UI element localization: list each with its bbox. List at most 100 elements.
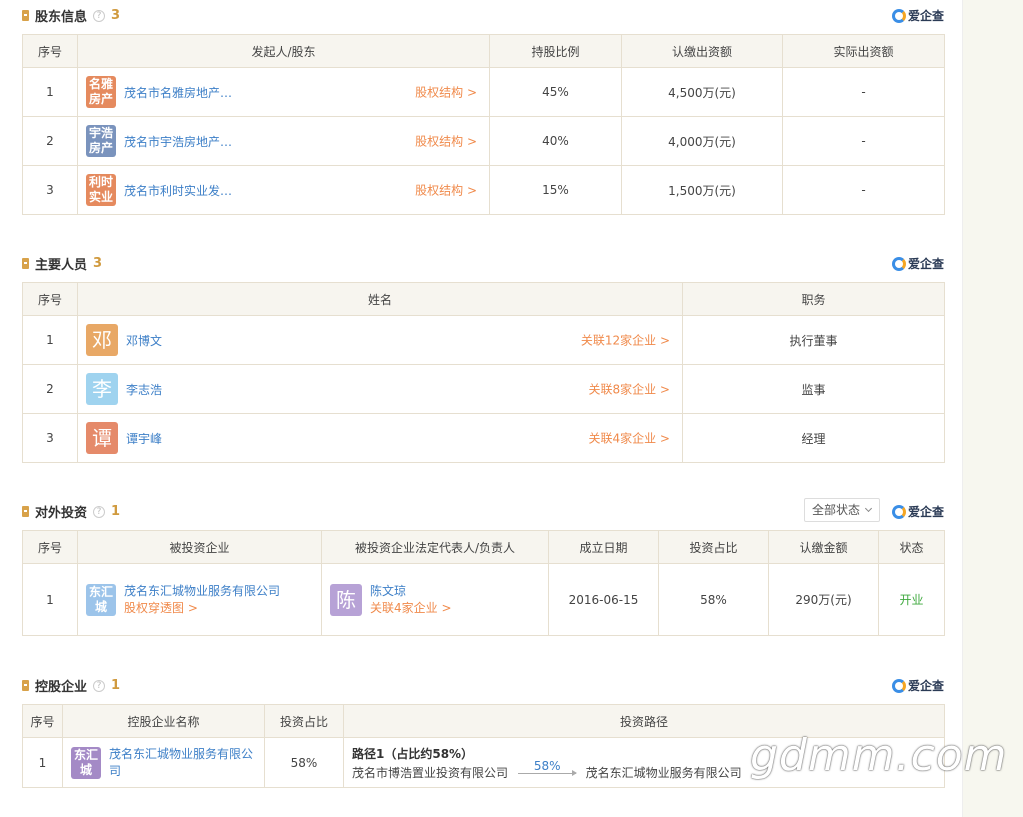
table-row: 1 东汇城 茂名东汇城物业服务有限公司 股权穿透图 > 陈 陈文琼 关联4家企业… [22,563,945,636]
arrow-right-icon: 58% [517,759,577,776]
help-icon[interactable]: ? [93,9,106,22]
row-number: 1 [22,563,78,636]
actual-capital: - [782,116,945,166]
brand-logo[interactable]: 爱企查 [891,503,944,520]
company-logo[interactable]: 东汇城 [86,583,116,616]
col-header: 序号 [22,530,78,564]
row-number: 2 [22,116,78,166]
brand-label: 爱企查 [907,679,944,693]
company-logo[interactable]: 东汇城 [71,746,101,779]
person-name-link[interactable]: 邓博文 [126,332,162,349]
col-header: 被投资企业法定代表人/负责人 [321,530,549,564]
section-count: 1 [111,504,121,519]
status-badge: 开业 [878,563,945,636]
related-companies-link[interactable]: 关联12家企业 > [581,332,670,349]
col-header: 实际出资额 [782,34,945,68]
section-title: 对外投资 [35,506,88,521]
brand-icon [891,504,906,519]
job-title: 执行董事 [682,315,945,365]
avatar[interactable]: 邓 [86,324,118,356]
col-header: 被投资企业 [77,530,322,564]
investments-table: 序号 被投资企业 被投资企业法定代表人/负责人 成立日期 投资占比 认缴金额 状… [22,530,945,636]
col-header: 姓名 [77,282,683,316]
row-number: 1 [22,315,78,365]
representative-name-link[interactable]: 陈文琼 [370,583,452,600]
actual-capital: - [782,67,945,117]
col-header: 职务 [682,282,945,316]
personnel-table: 序号 姓名 职务 1 邓 邓博文 关联12家企业 > 执行董事 2 李 李志浩 … [22,282,945,463]
col-header: 投资占比 [658,530,769,564]
section-count: 3 [93,256,103,271]
equity-structure-link[interactable]: 股权结构 > [415,84,477,101]
help-icon[interactable]: ? [93,505,106,518]
table-row: 2 宇浩 房产 茂名市宇浩房地产… 股权结构 > 40% 4,000万(元) - [22,116,945,166]
section-marker-icon [22,10,29,21]
section-title: 股东信息 [35,10,88,25]
brand-icon [891,678,906,693]
avatar[interactable]: 陈 [330,583,362,616]
status-filter-dropdown[interactable]: 全部状态 [804,498,880,522]
investments-section: 对外投资 ? 1 全部状态 爱企查 序号 被投资企业 被投资企业法定代表人/负责… [22,498,945,636]
table-row: 2 李 李志浩 关联8家企业 > 监事 [22,364,945,414]
company-logo[interactable]: 利时 实业 [86,174,116,206]
brand-logo[interactable]: 爱企查 [891,255,944,272]
avatar[interactable]: 谭 [86,422,118,454]
person-name-link[interactable]: 谭宇峰 [126,430,162,447]
col-header: 控股企业名称 [62,704,265,738]
company-name-link[interactable]: 茂名市名雅房地产… [124,84,232,101]
share-ratio: 45% [489,67,622,117]
col-header: 序号 [22,704,63,738]
actual-capital: - [782,165,945,215]
brand-label: 爱企查 [907,505,944,519]
section-title: 主要人员 [35,258,88,273]
related-companies-link[interactable]: 关联4家企业 > [588,430,670,447]
shareholders-section: 股东信息 ? 3 爱企查 序号 发起人/股东 持股比例 认缴出资额 实际出资额 … [22,2,945,215]
col-header: 持股比例 [489,34,622,68]
subscribed-capital: 4,000万(元) [621,116,783,166]
col-header: 认缴金额 [768,530,879,564]
right-side-panel [962,0,1023,817]
table-row: 1 名雅 房产 茂名市名雅房地产… 股权结构 > 45% 4,500万(元) - [22,67,945,117]
col-header: 状态 [878,530,945,564]
company-name-link[interactable]: 茂名东汇城物业服务有限公司 [124,583,280,600]
col-header: 投资占比 [264,704,344,738]
section-count: 1 [111,678,121,693]
brand-icon [891,256,906,271]
brand-icon [891,8,906,23]
subscribed-capital: 4,500万(元) [621,67,783,117]
job-title: 监事 [682,364,945,414]
brand-logo[interactable]: 爱企查 [891,677,944,694]
equity-penetration-link[interactable]: 股权穿透图 > [124,600,280,617]
section-count: 3 [111,8,121,23]
related-companies-link[interactable]: 关联8家企业 > [588,381,670,398]
col-header: 认缴出资额 [621,34,783,68]
table-row: 3 谭 谭宇峰 关联4家企业 > 经理 [22,413,945,463]
main-content: 股东信息 ? 3 爱企查 序号 发起人/股东 持股比例 认缴出资额 实际出资额 … [0,0,962,817]
person-name-link[interactable]: 李志浩 [126,381,162,398]
company-name-link[interactable]: 茂名市宇浩房地产… [124,133,232,150]
company-name-link[interactable]: 茂名市利时实业发… [124,182,232,199]
subscribed-amount: 290万(元) [768,563,879,636]
related-companies-link[interactable]: 关联4家企业 > [370,600,452,617]
brand-logo[interactable]: 爱企查 [891,7,944,24]
company-name-link[interactable]: 茂名东汇城物业服务有限公司 [109,746,256,780]
path-source-company[interactable]: 茂名市博浩置业投资有限公司 [352,766,508,780]
share-ratio: 40% [489,116,622,166]
company-logo[interactable]: 名雅 房产 [86,76,116,108]
section-marker-icon [22,680,29,691]
avatar[interactable]: 李 [86,373,118,405]
company-logo[interactable]: 宇浩 房产 [86,125,116,157]
row-number: 2 [22,364,78,414]
row-number: 3 [22,413,78,463]
section-marker-icon [22,258,29,269]
section-title: 控股企业 [35,680,88,695]
brand-label: 爱企查 [907,257,944,271]
founding-date: 2016-06-15 [548,563,659,636]
equity-structure-link[interactable]: 股权结构 > [415,133,477,150]
help-icon[interactable]: ? [93,679,106,692]
brand-label: 爱企查 [907,9,944,23]
path-target-company[interactable]: 茂名东汇城物业服务有限公司 [586,766,742,780]
equity-structure-link[interactable]: 股权结构 > [415,182,477,199]
row-number: 3 [22,165,78,215]
shareholders-table: 序号 发起人/股东 持股比例 认缴出资额 实际出资额 1 名雅 房产 茂名市名雅房… [22,34,945,215]
